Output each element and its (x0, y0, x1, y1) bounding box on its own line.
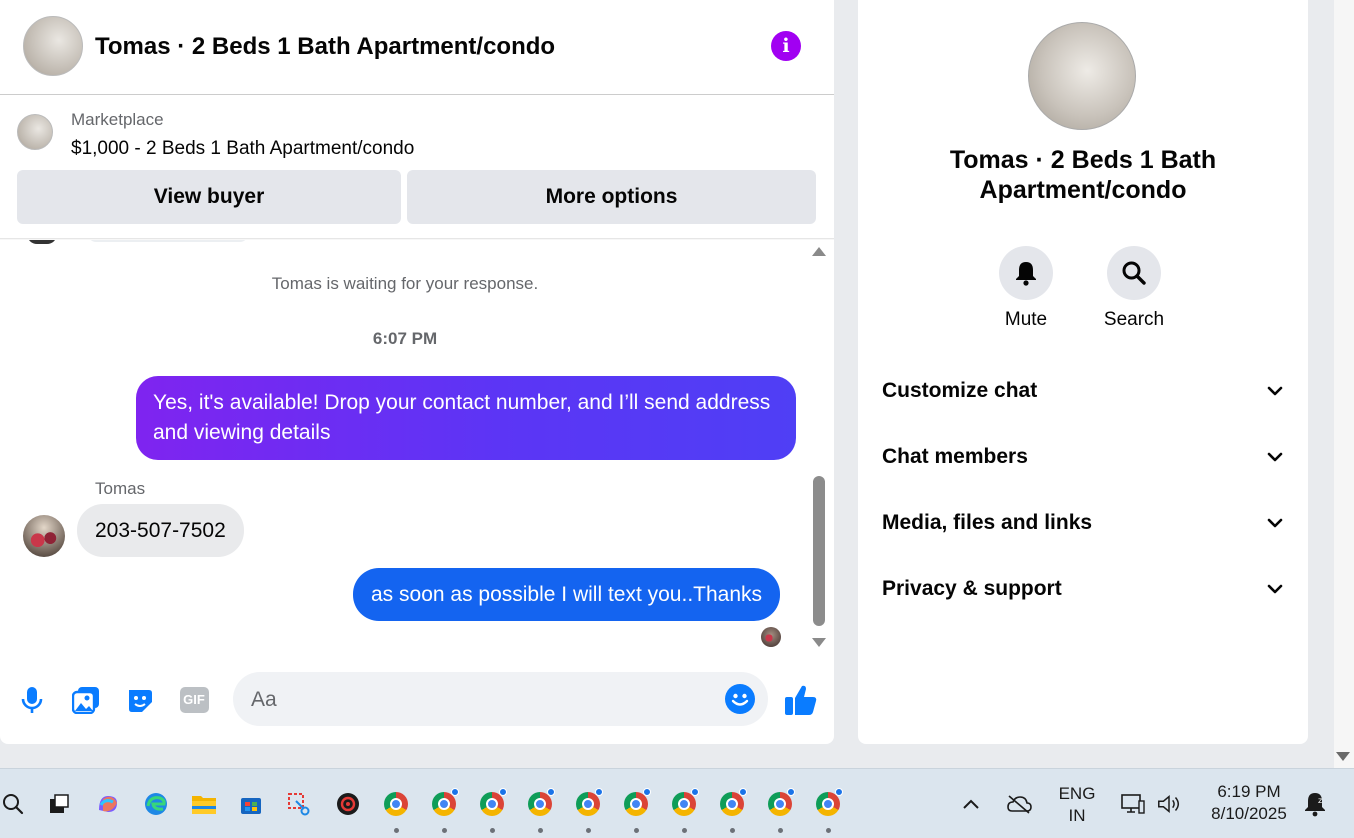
section-label: Media, files and links (882, 511, 1093, 534)
outgoing-message[interactable]: Yes, it's available! Drop your contact n… (136, 376, 796, 460)
section-media-files-links[interactable]: Media, files and links (882, 503, 1284, 543)
profile-avatar[interactable] (1028, 22, 1136, 130)
running-indicator (490, 828, 495, 833)
emoji-icon[interactable] (725, 684, 755, 714)
scroll-up-arrow[interactable] (812, 247, 826, 256)
search-icon[interactable] (0, 791, 26, 817)
chrome-icon[interactable] (623, 788, 651, 817)
avatar (27, 240, 57, 244)
region-code: IN (1068, 806, 1086, 825)
svg-text:z: z (1318, 796, 1322, 805)
chrome-icon[interactable] (479, 788, 507, 817)
chevron-up-icon[interactable] (958, 791, 984, 817)
listing-title[interactable]: $1,000 - 2 Beds 1 Bath Apartment/condo (71, 138, 414, 160)
section-label: Customize chat (882, 379, 1038, 402)
clock-date: 8/10/2025 (1211, 804, 1287, 823)
running-indicator (826, 828, 831, 833)
chrome-icon[interactable] (767, 788, 795, 817)
microphone-icon[interactable] (16, 684, 48, 716)
volume-icon[interactable] (1156, 791, 1182, 817)
mute-label: Mute (1004, 309, 1048, 330)
outgoing-message[interactable]: as soon as possible I will text you..Tha… (353, 568, 781, 621)
message-bubble (88, 240, 248, 242)
running-indicator (682, 828, 687, 833)
language-code: ENG (1058, 784, 1096, 803)
scroll-down-arrow[interactable] (812, 638, 826, 647)
section-privacy-support[interactable]: Privacy & support (882, 569, 1284, 609)
running-indicator (394, 828, 399, 833)
chrome-icon[interactable] (431, 788, 459, 817)
profile-title: Tomas · 2 Beds 1 Bath Apartment/condo (949, 146, 1217, 204)
task-view-icon[interactable] (46, 791, 72, 817)
chat-panel: Tomas · 2 Beds 1 Bath Apartment/condo i … (0, 0, 834, 744)
chevron-down-icon (1267, 518, 1283, 528)
store-icon[interactable] (238, 791, 264, 817)
page-scrollbar[interactable] (1334, 0, 1354, 768)
marketplace-label: Marketplace (71, 110, 164, 129)
chevron-down-icon (1267, 584, 1283, 594)
section-label: Privacy & support (882, 577, 1062, 600)
message-timestamp: 6:07 PM (372, 329, 438, 348)
incoming-message[interactable]: 203-507-7502 (77, 504, 244, 557)
clock[interactable]: 6:19 PM 8/10/2025 (1200, 781, 1298, 825)
search-button[interactable]: Search (1094, 246, 1174, 331)
snipping-tool-icon[interactable] (286, 791, 312, 817)
chrome-icon[interactable] (815, 788, 843, 817)
read-receipt-avatar (761, 627, 781, 647)
chevron-down-icon (1267, 386, 1283, 396)
conversation-avatar[interactable] (23, 16, 83, 76)
sender-avatar[interactable] (23, 515, 65, 557)
section-chat-members[interactable]: Chat members (882, 437, 1284, 477)
taskbar: ENG IN 6:19 PM 8/10/2025 z (0, 768, 1354, 838)
waiting-notice: Tomas is waiting for your response. (271, 274, 539, 293)
running-indicator (538, 828, 543, 833)
copilot-icon[interactable] (95, 791, 121, 817)
app-icon[interactable] (335, 791, 361, 817)
section-label: Chat members (882, 445, 1028, 468)
photo-icon[interactable] (70, 684, 102, 716)
search-icon[interactable] (1107, 246, 1161, 300)
search-label: Search (1103, 309, 1165, 330)
sticker-icon[interactable] (124, 684, 156, 716)
clock-time: 6:19 PM (1217, 782, 1281, 801)
listing-thumbnail[interactable] (17, 114, 53, 150)
running-indicator (586, 828, 591, 833)
like-icon[interactable] (783, 682, 819, 718)
more-options-button[interactable]: More options (407, 170, 816, 224)
chat-header: Tomas · 2 Beds 1 Bath Apartment/condo i (0, 0, 834, 95)
message-list[interactable]: Tomas is waiting for your response. 6:07… (0, 240, 834, 660)
view-buyer-button[interactable]: View buyer (17, 170, 401, 224)
chevron-down-icon (1267, 452, 1283, 462)
chat-title[interactable]: Tomas · 2 Beds 1 Bath Apartment/condo (95, 33, 555, 61)
edge-icon[interactable] (143, 791, 169, 817)
chrome-icon[interactable] (671, 788, 699, 817)
sender-name: Tomas (95, 479, 146, 498)
running-indicator (778, 828, 783, 833)
onedrive-icon[interactable] (1006, 791, 1032, 817)
running-indicator (442, 828, 447, 833)
file-explorer-icon[interactable] (191, 791, 217, 817)
message-input-placeholder: Aa (251, 688, 277, 711)
chrome-icon[interactable] (383, 791, 409, 817)
conversation-info-panel: Tomas · 2 Beds 1 Bath Apartment/condo Mu… (858, 0, 1308, 744)
chrome-icon[interactable] (575, 788, 603, 817)
scrollbar-thumb[interactable] (813, 476, 825, 626)
running-indicator (730, 828, 735, 833)
bell-icon[interactable] (999, 246, 1053, 300)
section-customize-chat[interactable]: Customize chat (882, 371, 1284, 411)
message-input[interactable]: Aa (233, 672, 768, 726)
language-indicator[interactable]: ENG IN (1056, 783, 1098, 827)
page-scroll-down-arrow[interactable] (1336, 752, 1350, 761)
network-icon[interactable] (1120, 791, 1146, 817)
running-indicator (634, 828, 639, 833)
mute-button[interactable]: Mute (986, 246, 1066, 331)
notification-bell-icon[interactable]: z (1302, 791, 1328, 817)
chrome-icon[interactable] (719, 788, 747, 817)
gif-label: GIF (179, 687, 209, 713)
info-icon[interactable]: i (771, 31, 801, 61)
gif-icon[interactable]: GIF (178, 684, 210, 716)
chrome-icon[interactable] (527, 788, 555, 817)
